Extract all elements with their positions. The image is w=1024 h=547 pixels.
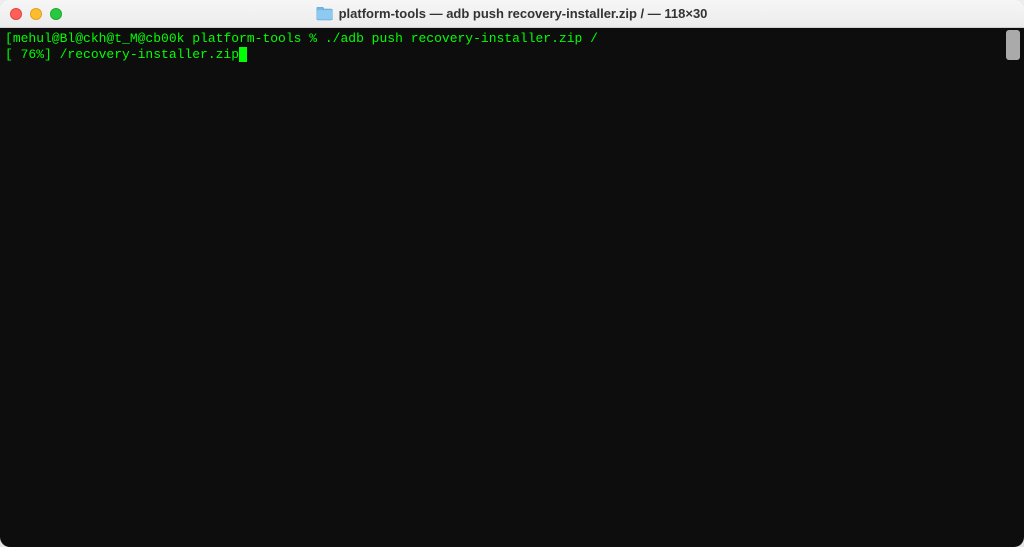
scrollbar-track[interactable] [1008, 28, 1022, 547]
terminal-body[interactable]: [mehul@Bl@ckh@t_M@cb00k platform-tools %… [0, 28, 1024, 547]
close-button[interactable] [10, 8, 22, 20]
command-text: ./adb push recovery-installer.zip / [325, 31, 598, 46]
zoom-button[interactable] [50, 8, 62, 20]
prompt-bracket: [ [5, 31, 13, 46]
minimize-button[interactable] [30, 8, 42, 20]
folder-icon [317, 7, 333, 21]
window-title: platform-tools — adb push recovery-insta… [339, 6, 708, 21]
terminal-cursor [239, 47, 247, 62]
shell-prompt: mehul@Bl@ckh@t_M@cb00k platform-tools % [13, 31, 325, 46]
window-title-container: platform-tools — adb push recovery-insta… [317, 6, 708, 21]
traffic-lights [10, 8, 62, 20]
terminal-window: platform-tools — adb push recovery-insta… [0, 0, 1024, 547]
terminal-line-1: [mehul@Bl@ckh@t_M@cb00k platform-tools %… [5, 31, 1019, 47]
scrollbar-thumb[interactable] [1006, 30, 1020, 60]
titlebar[interactable]: platform-tools — adb push recovery-insta… [0, 0, 1024, 28]
terminal-line-2: [ 76%] /recovery-installer.zip [5, 47, 1019, 63]
progress-text: [ 76%] /recovery-installer.zip [5, 47, 239, 62]
